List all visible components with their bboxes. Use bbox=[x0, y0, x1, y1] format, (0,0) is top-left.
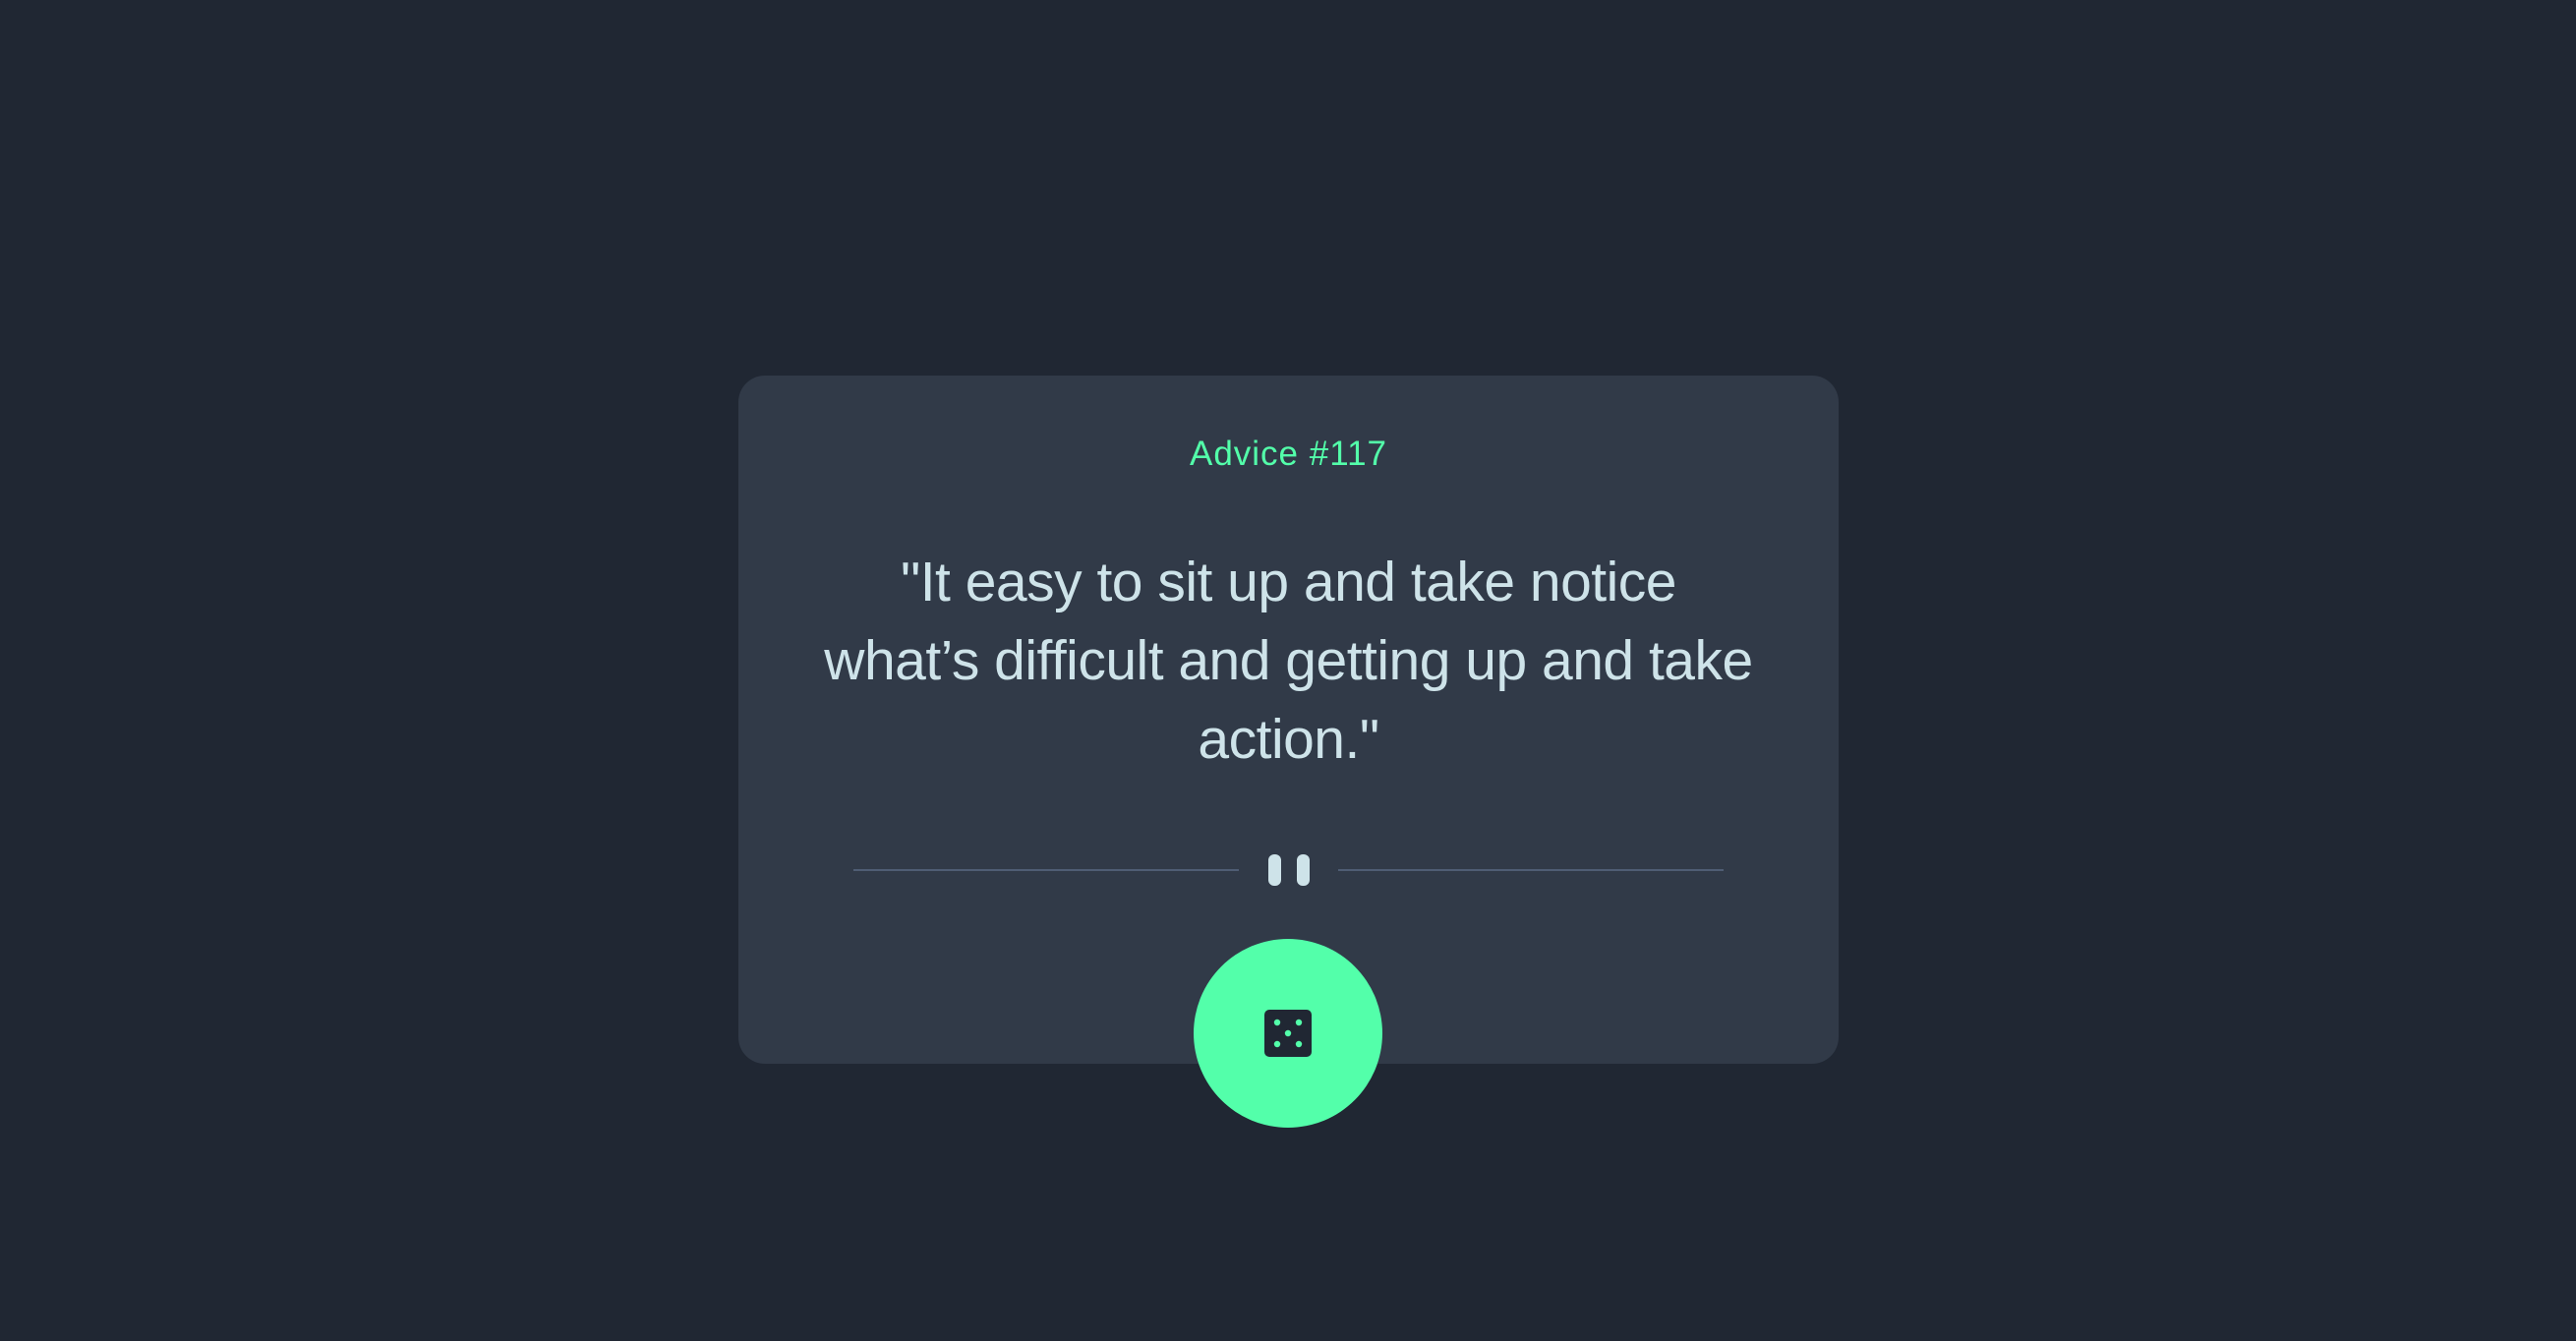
divider-line-left bbox=[853, 869, 1239, 871]
divider-line-right bbox=[1338, 869, 1724, 871]
dice-icon bbox=[1264, 1010, 1312, 1057]
advice-quote: "It easy to sit up and take notice what’… bbox=[824, 551, 1753, 771]
pause-icon bbox=[1267, 854, 1311, 886]
advice-label: Advice #117 bbox=[1189, 435, 1388, 473]
divider bbox=[853, 854, 1724, 886]
generate-advice-button[interactable] bbox=[1194, 939, 1382, 1128]
